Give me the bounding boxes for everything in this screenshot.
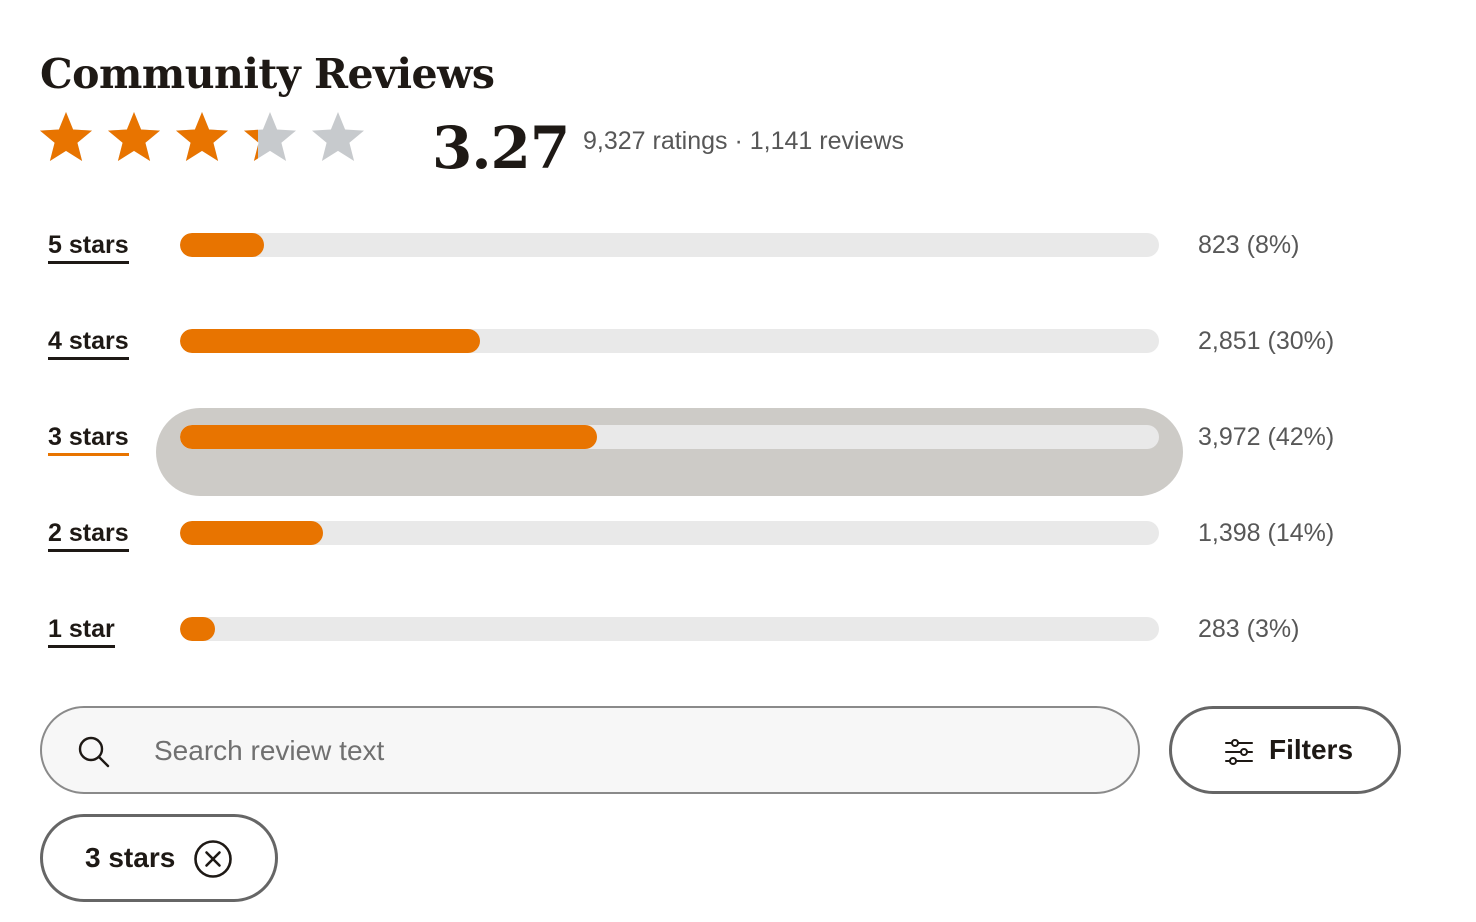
star-partial-icon <box>244 112 296 161</box>
histogram-bar-track <box>180 617 1159 641</box>
histogram-bar-fill <box>180 329 480 353</box>
histogram-row[interactable]: 5 stars 823 (8%) <box>0 230 1476 290</box>
histogram-row[interactable]: 2 stars 1,398 (14%) <box>0 518 1476 578</box>
active-filter-chip-label: 3 stars <box>85 842 176 873</box>
filters-button-label: Filters <box>1269 734 1354 765</box>
histogram-bar-fill <box>180 233 264 257</box>
star-empty-icon <box>312 112 364 161</box>
search-input[interactable] <box>154 728 1054 774</box>
histogram-row-count: 823 (8%) <box>1198 231 1300 259</box>
search-box[interactable] <box>40 706 1140 794</box>
histogram-bar-track <box>180 521 1159 545</box>
histogram-bar-fill <box>180 521 323 545</box>
histogram-bar-fill <box>180 425 597 449</box>
average-rating-stars <box>36 108 368 172</box>
histogram-row-count: 1,398 (14%) <box>1198 519 1335 547</box>
average-rating-value: 3.27 <box>432 114 570 182</box>
histogram-bar-track <box>180 329 1159 353</box>
active-row-highlight <box>156 408 1183 496</box>
close-circle-icon[interactable] <box>193 839 233 879</box>
histogram-row-label[interactable]: 2 stars <box>48 518 129 552</box>
histogram-row-label[interactable]: 1 star <box>48 614 115 648</box>
histogram-row-label[interactable]: 3 stars <box>48 422 129 456</box>
section-title: Community Reviews <box>40 50 495 99</box>
histogram-row[interactable]: 4 stars 2,851 (30%) <box>0 326 1476 386</box>
histogram-bar-track <box>180 425 1159 449</box>
ratings-reviews-count: 9,327 ratings · 1,141 reviews <box>583 127 905 155</box>
histogram-row-label[interactable]: 4 stars <box>48 326 129 360</box>
histogram-bar-fill <box>180 617 215 641</box>
filters-button[interactable]: Filters <box>1169 706 1401 794</box>
histogram-row-count: 2,851 (30%) <box>1198 327 1335 355</box>
star-full-icon <box>40 112 92 161</box>
histogram-row[interactable]: 3 stars 3,972 (42%) <box>0 408 1476 496</box>
star-full-icon <box>108 112 160 161</box>
histogram-bar-track <box>180 233 1159 257</box>
histogram-row-count: 283 (3%) <box>1198 615 1300 643</box>
sliders-icon <box>1225 739 1253 765</box>
histogram-row-count: 3,972 (42%) <box>1198 423 1335 451</box>
active-filter-chip[interactable]: 3 stars <box>40 814 278 902</box>
search-icon <box>78 736 110 768</box>
histogram-row[interactable]: 1 star 283 (3%) <box>0 614 1476 674</box>
star-full-icon <box>176 112 228 161</box>
histogram-row-label[interactable]: 5 stars <box>48 230 129 264</box>
